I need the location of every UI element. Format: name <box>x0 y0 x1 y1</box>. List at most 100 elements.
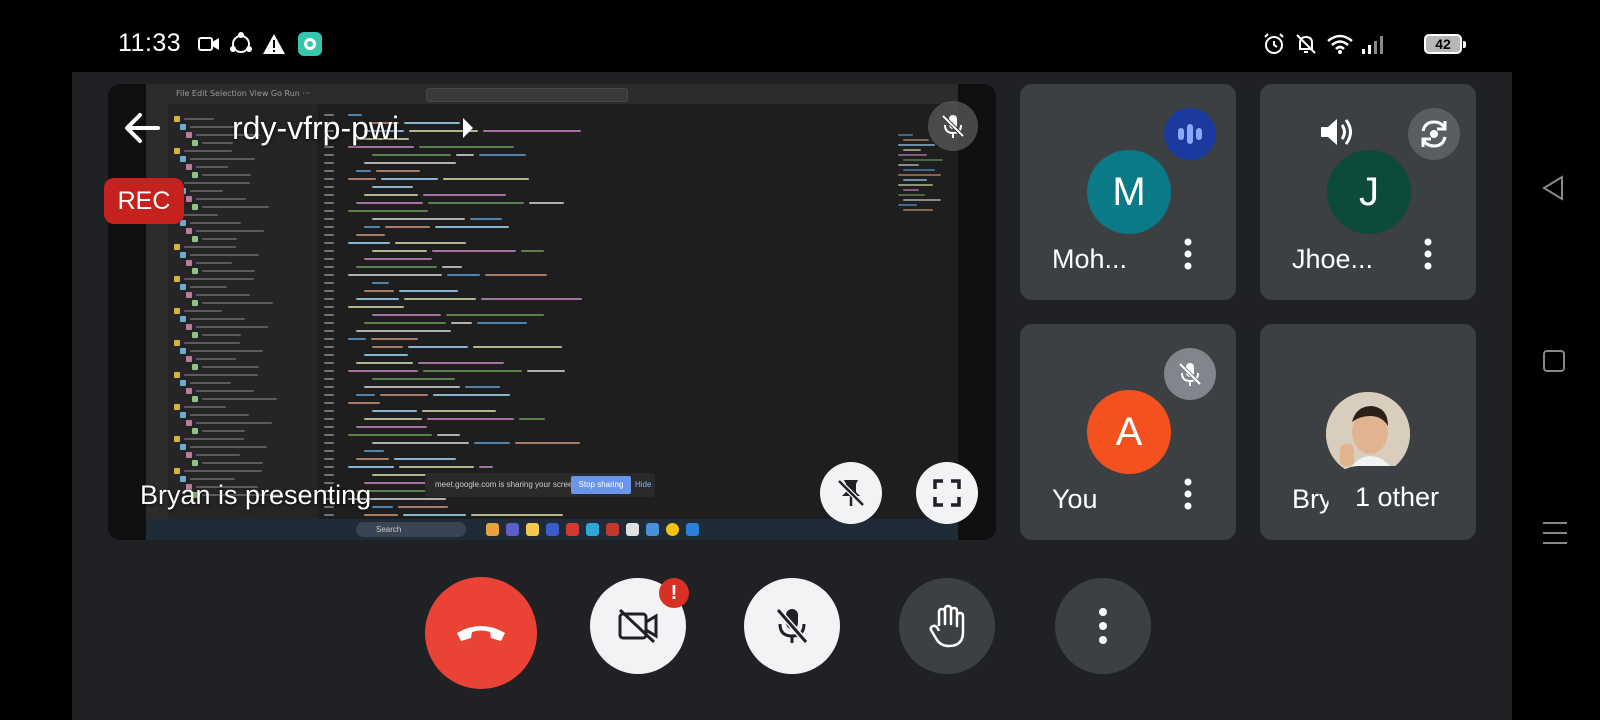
code-token <box>399 466 474 468</box>
code-token <box>529 202 564 204</box>
minimap-line <box>898 184 933 186</box>
code-token <box>356 394 375 396</box>
line-number <box>324 474 334 476</box>
explorer-row <box>196 198 246 200</box>
mic-off-icon <box>775 608 809 644</box>
code-token <box>348 402 380 404</box>
explorer-file-icon <box>180 380 186 386</box>
explorer-file-icon <box>192 172 198 178</box>
editor-titlebar: File Edit Selection View Go Run ··· <box>146 84 958 104</box>
code-token <box>356 266 437 268</box>
meeting-code[interactable]: rdy-vfrp-pwi <box>232 110 399 147</box>
line-number <box>324 290 334 292</box>
line-number <box>324 426 334 428</box>
code-token <box>348 274 442 276</box>
explorer-row <box>184 182 250 184</box>
line-number <box>324 274 334 276</box>
code-token <box>432 250 516 252</box>
camera-alert-badge: ! <box>659 578 689 608</box>
explorer-file-icon <box>180 284 186 290</box>
code-token <box>428 202 524 204</box>
explorer-file-icon <box>174 404 180 410</box>
explorer-row <box>202 398 277 400</box>
line-number <box>324 226 334 228</box>
code-token <box>372 442 469 444</box>
back-triangle-icon[interactable] <box>1540 175 1566 206</box>
explorer-file-icon <box>192 140 198 146</box>
video-camera-icon <box>198 30 220 58</box>
code-token <box>479 154 526 156</box>
taskbar-app-icon <box>486 523 499 536</box>
more-options-icon[interactable] <box>1416 234 1440 274</box>
taskbar-app-icon <box>646 523 659 536</box>
end-call-button[interactable] <box>425 577 537 689</box>
code-token <box>364 354 408 356</box>
line-number <box>324 354 334 356</box>
code-token <box>364 386 460 388</box>
explorer-row <box>196 294 250 296</box>
bell-off-icon <box>1294 30 1318 58</box>
code-token <box>471 514 563 516</box>
more-options-icon[interactable] <box>1176 234 1200 274</box>
home-square-icon[interactable] <box>1542 349 1566 378</box>
taskbar-app-icon <box>666 523 679 536</box>
android-nav-bar <box>1512 0 1600 720</box>
code-token <box>408 346 468 348</box>
mic-toggle-button[interactable] <box>744 578 840 674</box>
raise-hand-button[interactable] <box>899 578 995 674</box>
code-token <box>477 322 527 324</box>
explorer-file-icon <box>174 116 180 122</box>
line-number <box>324 258 334 260</box>
taskbar-app-icon <box>546 523 559 536</box>
code-token <box>372 186 413 188</box>
explorer-file-icon <box>192 428 198 434</box>
chevron-right-icon[interactable] <box>461 118 475 138</box>
mic-off-icon <box>928 101 978 151</box>
taskbar-app-icon <box>686 523 699 536</box>
minimap-line <box>903 139 929 141</box>
speaker-icon[interactable] <box>1316 112 1356 152</box>
explorer-file-icon <box>174 468 180 474</box>
more-options-button[interactable] <box>1055 578 1151 674</box>
explorer-file-icon <box>186 292 192 298</box>
mic-off-icon <box>1164 348 1216 400</box>
code-token <box>474 442 510 444</box>
fullscreen-button[interactable] <box>916 462 978 524</box>
participant-tile[interactable]: M Moh... <box>1020 84 1236 300</box>
line-number <box>324 154 334 156</box>
minimap-line <box>898 134 913 136</box>
line-number <box>324 210 334 212</box>
more-options-icon[interactable] <box>1176 474 1200 514</box>
rotate-camera-icon[interactable] <box>1408 108 1460 160</box>
back-arrow-icon[interactable] <box>122 108 162 148</box>
explorer-row <box>202 430 245 432</box>
explorer-file-icon <box>186 132 192 138</box>
code-token <box>446 314 544 316</box>
recents-menu-icon[interactable] <box>1542 520 1568 551</box>
speaking-icon <box>1164 108 1216 160</box>
warning-icon <box>262 30 286 58</box>
explorer-file-icon <box>192 204 198 210</box>
participant-tile[interactable]: J Jhoe... <box>1260 84 1476 300</box>
explorer-file-icon <box>174 276 180 282</box>
explorer-file-icon <box>186 196 192 202</box>
code-token <box>364 514 398 516</box>
editor-activity-bar <box>146 104 168 519</box>
explorer-row <box>196 262 232 264</box>
wifi-icon <box>1326 30 1354 58</box>
code-token <box>372 154 451 156</box>
code-token <box>437 434 460 436</box>
participant-tile[interactable]: A You <box>1020 324 1236 540</box>
taskbar-app-icon <box>586 523 599 536</box>
code-token <box>442 266 462 268</box>
code-token <box>372 378 455 380</box>
code-token <box>385 226 430 228</box>
unpin-button[interactable] <box>820 462 882 524</box>
code-token <box>399 290 458 292</box>
explorer-row <box>184 406 226 408</box>
explorer-file-icon <box>180 348 186 354</box>
code-token <box>348 242 390 244</box>
other-participants-pill[interactable]: 1 other <box>1328 466 1466 528</box>
code-token <box>418 362 504 364</box>
screen-share-notice: meet.google.com is sharing your screen. … <box>425 473 655 497</box>
